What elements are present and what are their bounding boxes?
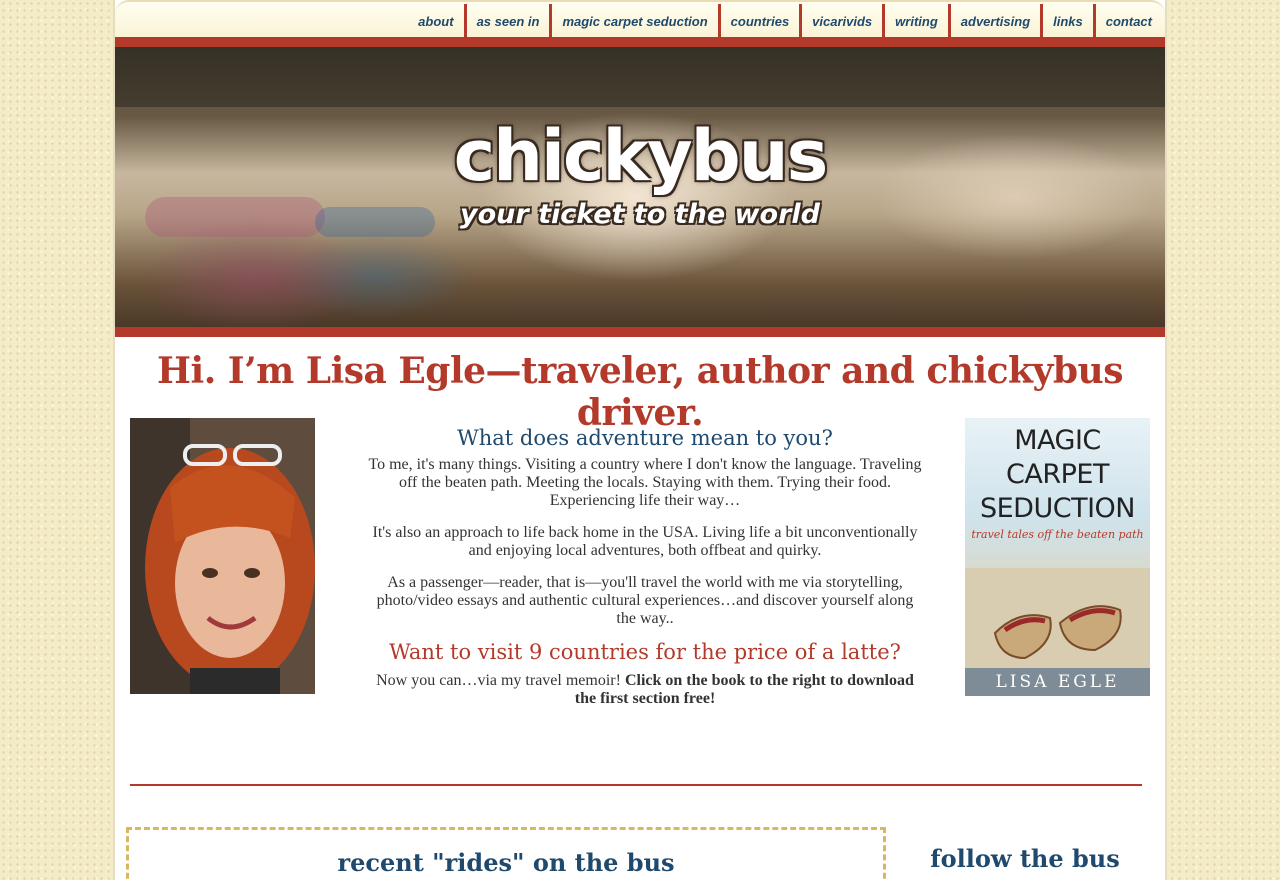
book-title-line-1: MAGIC — [1014, 425, 1101, 456]
site-tagline: your ticket to the world — [460, 199, 820, 230]
intro-paragraph-1: To me, it's many things. Visiting a coun… — [368, 456, 922, 509]
top-nav: about as seen in magic carpet seduction … — [115, 0, 1165, 39]
book-title: MAGIC CARPET SEDUCTION — [965, 424, 1150, 526]
nav-item-links[interactable]: links — [1040, 4, 1093, 39]
nav-item-contact[interactable]: contact — [1092, 4, 1162, 39]
intro-paragraph-2: It's also an approach to life back home … — [372, 524, 918, 559]
book-cover[interactable]: MAGIC CARPET SEDUCTION travel tales off … — [965, 418, 1150, 696]
page-container: about as seen in magic carpet seduction … — [113, 0, 1167, 880]
nav-item-magic-carpet-seduction[interactable]: magic carpet seduction — [549, 4, 717, 39]
banner-bottom-bar — [115, 327, 1165, 337]
latte-question: Want to visit 9 countries for the price … — [389, 640, 901, 664]
recent-rides-heading: recent "rides" on the bus — [337, 848, 675, 877]
author-portrait — [130, 418, 315, 694]
nav-item-vicarivids[interactable]: vicarivids — [799, 4, 882, 39]
header-banner[interactable]: chickybus your ticket to the world — [115, 47, 1165, 327]
follow-heading: follow the bus — [930, 844, 1120, 873]
book-cta-link[interactable]: Click on the book to the right to downlo… — [575, 672, 914, 707]
nav-item-writing[interactable]: writing — [882, 4, 948, 39]
section-divider — [130, 784, 1142, 786]
book-title-line-3: SEDUCTION — [979, 493, 1136, 524]
nav-item-about[interactable]: about — [408, 4, 463, 39]
nav-divider-bar — [115, 37, 1165, 47]
nav-menu: about as seen in magic carpet seduction … — [408, 4, 1162, 39]
book-author: LISA EGLE — [965, 668, 1150, 696]
nav-item-advertising[interactable]: advertising — [947, 4, 1040, 39]
nav-item-countries[interactable]: countries — [717, 4, 800, 39]
nav-item-as-seen-in[interactable]: as seen in — [463, 4, 550, 39]
site-logo[interactable]: chickybus — [115, 115, 1165, 197]
book-title-line-2: CARPET — [1006, 459, 1109, 490]
book-cta-text: Now you can…via my travel memoir! — [376, 672, 625, 689]
banner-shade — [115, 47, 1165, 107]
recent-rides-box: recent "rides" on the bus — [126, 827, 886, 880]
book-subtitle: travel tales off the beaten path — [971, 528, 1144, 541]
adventure-question: What does adventure mean to you? — [457, 426, 833, 450]
intro-paragraph-3: As a passenger—reader, that is—you'll tr… — [376, 574, 914, 627]
intro-section: What does adventure mean to you? To me, … — [365, 426, 925, 722]
author-portrait-image — [130, 418, 315, 694]
book-cta: Now you can…via my travel memoir! Click … — [368, 672, 923, 708]
